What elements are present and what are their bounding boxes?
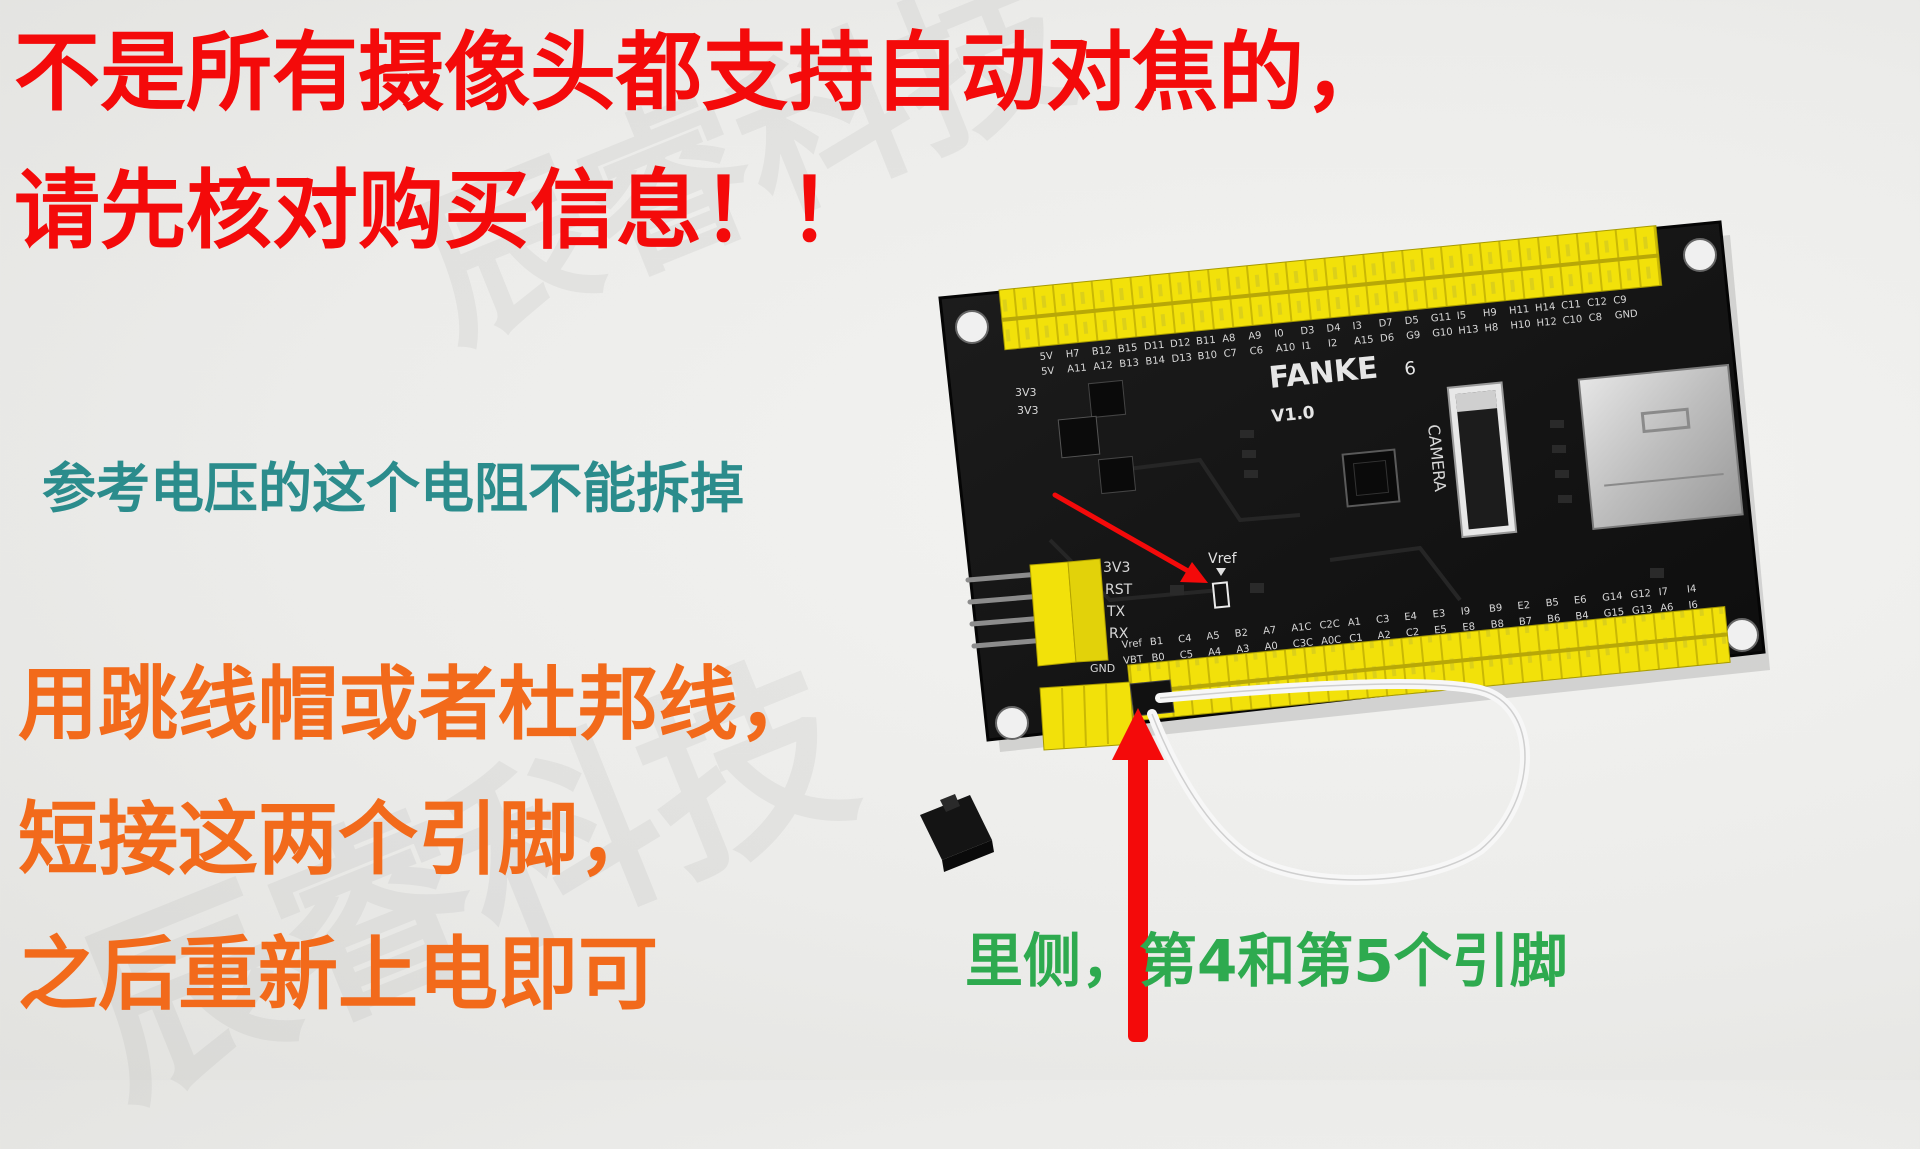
pin-label: A7 xyxy=(1263,625,1277,637)
pin-label: B9 xyxy=(1489,603,1503,615)
pin-label: I4 xyxy=(1687,584,1697,596)
pin-label: A1 xyxy=(1347,617,1361,629)
pin-label: D6 xyxy=(1380,332,1395,344)
vref-silk-label: Vref xyxy=(1208,551,1238,567)
pin-label: H12 xyxy=(1536,316,1557,329)
pin-label: D11 xyxy=(1144,340,1165,353)
pin-label: B1 xyxy=(1149,636,1163,648)
svg-text:RST: RST xyxy=(1105,582,1133,598)
pin-label: 5V xyxy=(1041,366,1055,378)
pin-label: H14 xyxy=(1535,301,1556,314)
board-version: V1.0 xyxy=(1271,403,1316,427)
vref-note: 参考电压的这个电阻不能拆掉 xyxy=(42,457,744,520)
pin-label: I2 xyxy=(1328,338,1338,350)
bottom-left-header xyxy=(1039,681,1135,751)
sd-card-slot xyxy=(1577,363,1744,531)
pin-label: A11 xyxy=(1067,362,1088,375)
pin-label: C12 xyxy=(1587,296,1608,309)
jumper-cap xyxy=(920,794,994,872)
pin-label: A12 xyxy=(1093,360,1114,373)
pin-label: A1C xyxy=(1291,621,1312,634)
pin-label: C6 xyxy=(1249,345,1263,357)
svg-text:TX: TX xyxy=(1106,604,1126,620)
board-brand-suffix: 6 xyxy=(1403,358,1416,380)
pin-label: C10 xyxy=(1562,314,1583,327)
pin-label: E2 xyxy=(1517,600,1531,612)
pin-label: D7 xyxy=(1378,317,1393,329)
pin-label: A9 xyxy=(1248,330,1262,342)
headline-line1: 不是所有摄像头都支持自动对焦的， xyxy=(14,23,1390,123)
pin-label: G12 xyxy=(1630,588,1651,601)
pin-label: D4 xyxy=(1326,323,1341,335)
pin-label: 5V xyxy=(1039,351,1053,363)
pin-label: H9 xyxy=(1482,307,1497,319)
pin-label: E6 xyxy=(1573,594,1587,606)
pin-label: H13 xyxy=(1458,324,1479,337)
pin-label: B2 xyxy=(1234,628,1248,640)
pin-label: A15 xyxy=(1354,334,1375,347)
pin-label: D12 xyxy=(1170,337,1191,350)
pin-label: B5 xyxy=(1545,597,1559,609)
pin-label: C9 xyxy=(1613,294,1627,306)
pin-label: E3 xyxy=(1432,608,1446,620)
pin-label: D3 xyxy=(1300,325,1315,337)
pin-label: C4 xyxy=(1178,633,1192,645)
pin-label: B10 xyxy=(1197,350,1218,363)
pin-label: G10 xyxy=(1432,327,1453,340)
pin-label: I3 xyxy=(1352,320,1362,332)
pin-label: A8 xyxy=(1222,333,1236,345)
pin-label: B12 xyxy=(1091,345,1112,358)
pin-label: G14 xyxy=(1602,591,1623,604)
pin-label: H7 xyxy=(1065,348,1080,360)
pin-label: E4 xyxy=(1404,611,1418,623)
pin-label: C3 xyxy=(1376,614,1390,626)
svg-text:3V3: 3V3 xyxy=(1017,404,1039,417)
jumper-note-line3: 之后重新上电即可 xyxy=(18,928,658,1021)
pin-label: C2C xyxy=(1319,619,1340,632)
jumper-note-line2: 短接这两个引脚， xyxy=(18,793,658,886)
pin-label: I0 xyxy=(1274,328,1284,340)
pin-label: G9 xyxy=(1406,330,1421,342)
headline-line2: 请先核对购买信息！！ xyxy=(14,161,874,261)
pin-label: G11 xyxy=(1430,312,1451,325)
pin-label: B11 xyxy=(1196,335,1217,348)
pin-label: I1 xyxy=(1301,340,1311,352)
bottom-gnd-label: GND xyxy=(1090,662,1115,675)
pin-label: C7 xyxy=(1223,348,1237,360)
pin-label: Vref xyxy=(1121,638,1143,651)
pin-label: I5 xyxy=(1456,310,1466,322)
pin-label: C8 xyxy=(1588,312,1602,324)
pin-label: B14 xyxy=(1145,355,1166,368)
pin-label: B13 xyxy=(1119,357,1140,370)
pin-label: A10 xyxy=(1275,342,1296,355)
pin-label: C11 xyxy=(1561,299,1582,312)
pin-label: D5 xyxy=(1404,315,1419,327)
pin-label: I9 xyxy=(1460,606,1470,618)
pin-label: H11 xyxy=(1509,304,1530,317)
svg-text:3V3: 3V3 xyxy=(1015,386,1037,399)
pin-note: 里侧，第4和第5个引脚 xyxy=(965,927,1568,995)
jumper-note-line1: 用跳线帽或者杜邦线， xyxy=(18,658,818,751)
pin-label: D13 xyxy=(1171,352,1192,365)
pin-label: H8 xyxy=(1484,322,1499,334)
pin-label: B15 xyxy=(1117,342,1138,355)
svg-text:3V3: 3V3 xyxy=(1103,560,1130,576)
pin-label: GND xyxy=(1614,308,1638,321)
pin-label: H10 xyxy=(1510,319,1531,332)
pin-label: A5 xyxy=(1206,630,1220,642)
pin-label: I7 xyxy=(1658,586,1668,598)
